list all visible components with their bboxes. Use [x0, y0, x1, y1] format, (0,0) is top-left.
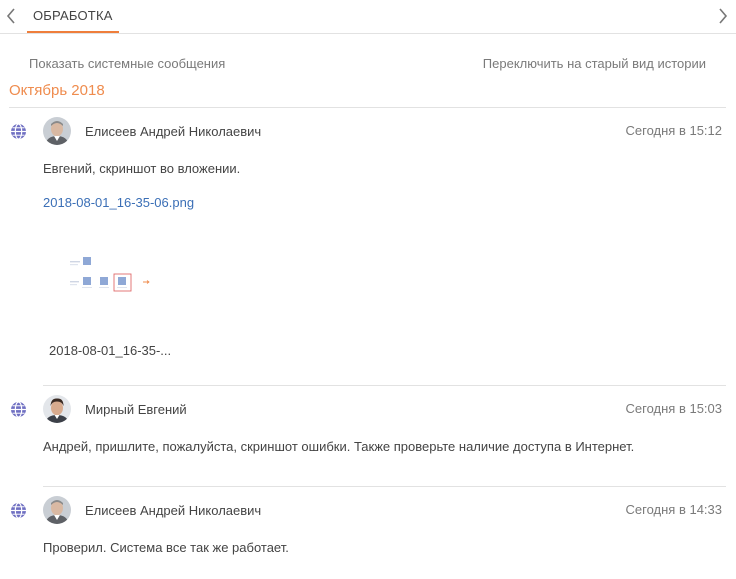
- entry-divider: [43, 385, 726, 386]
- entry-date: Сегодня в 15:12: [625, 123, 722, 138]
- attachment-link[interactable]: 2018-08-01_16-35-06.png: [43, 195, 194, 210]
- avatar[interactable]: [43, 496, 71, 524]
- avatar[interactable]: [43, 395, 71, 423]
- entry-divider: [43, 486, 726, 487]
- divider: [9, 107, 726, 108]
- avatar[interactable]: [43, 117, 71, 145]
- message-text: Проверил. Система все так же работает.: [43, 540, 289, 555]
- globe-icon: [10, 502, 27, 519]
- globe-icon: [10, 401, 27, 418]
- message-text: Евгений, скриншот во вложении.: [43, 161, 241, 176]
- entry-date: Сегодня в 14:33: [625, 502, 722, 517]
- author-name[interactable]: Елисеев Андрей Николаевич: [85, 503, 261, 518]
- attachment-thumbnail[interactable]: [66, 255, 156, 295]
- tab-processing[interactable]: ОБРАБОТКА: [27, 0, 119, 33]
- message-text: Андрей, пришлите, пожалуйста, скриншот о…: [43, 439, 635, 454]
- tab-bar: ОБРАБОТКА: [0, 0, 736, 34]
- author-name[interactable]: Елисеев Андрей Николаевич: [85, 124, 261, 139]
- globe-icon: [10, 123, 27, 140]
- switch-history-view-link[interactable]: Переключить на старый вид истории: [483, 56, 706, 71]
- chevron-left-icon[interactable]: [4, 6, 18, 26]
- attachment-caption[interactable]: 2018-08-01_16-35-...: [49, 343, 171, 358]
- month-header: Октябрь 2018: [9, 82, 105, 99]
- chevron-right-icon[interactable]: [716, 6, 730, 26]
- show-system-messages-link[interactable]: Показать системные сообщения: [29, 56, 225, 71]
- author-name[interactable]: Мирный Евгений: [85, 402, 187, 417]
- entry-date: Сегодня в 15:03: [625, 401, 722, 416]
